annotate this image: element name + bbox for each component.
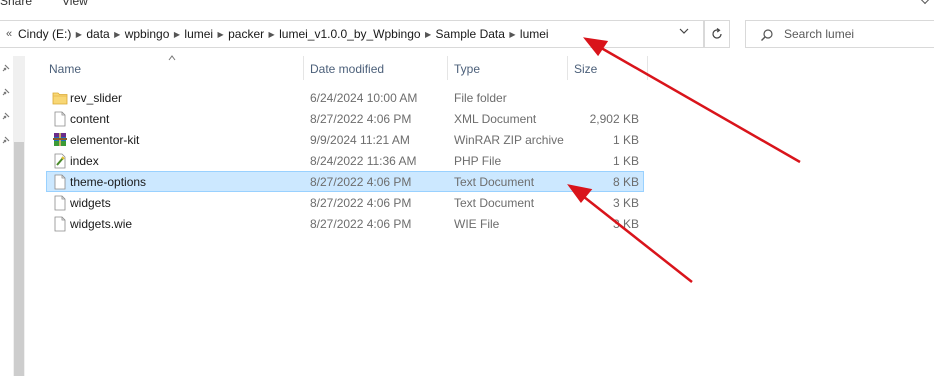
breadcrumb-chevron-icon[interactable]: ▶: [71, 30, 86, 39]
column-header-name[interactable]: Name: [49, 56, 81, 80]
tab-view[interactable]: View: [62, 0, 88, 8]
pin-icon: [2, 64, 10, 72]
ribbon-expand-chevron-icon[interactable]: [917, 0, 933, 5]
breadcrumb-chevron-icon[interactable]: ▶: [421, 30, 436, 39]
column-header-date-modified[interactable]: Date modified: [310, 56, 384, 80]
file-name: content: [70, 112, 110, 126]
file-size: 1 KB: [612, 133, 639, 147]
search-box[interactable]: [745, 20, 934, 48]
breadcrumb-segment[interactable]: lumei: [520, 27, 549, 41]
breadcrumb-overflow-icon[interactable]: «: [0, 28, 18, 40]
file-type: File folder: [454, 91, 507, 105]
file-size: 3 KB: [612, 196, 639, 210]
breadcrumb: «Cindy (E:) ▶ data ▶ wpbingo ▶ lumei ▶ packer ▶ lu…: [0, 21, 549, 47]
file-row[interactable]: widgets 8/27/2022 4:06 PM Text Document 3 K…: [46, 192, 644, 213]
address-history-dropdown-icon[interactable]: [676, 26, 692, 42]
file-date-modified: 8/27/2022 4:06 PM: [310, 175, 412, 189]
pin-icon: [2, 136, 10, 144]
file-date-modified: 8/27/2022 4:06 PM: [310, 196, 412, 210]
breadcrumb-chevron-icon[interactable]: ▶: [110, 30, 125, 39]
column-divider[interactable]: [647, 56, 648, 80]
file-row[interactable]: index 8/24/2022 11:36 AM PHP File 1 KB: [46, 150, 644, 171]
file-name: widgets.wie: [70, 217, 133, 231]
pin-icon: [2, 88, 10, 96]
file-date-modified: 8/24/2022 11:36 AM: [310, 154, 417, 168]
breadcrumb-segment[interactable]: Cindy (E:): [18, 27, 71, 41]
document-icon: [52, 111, 68, 127]
pin-icon: [2, 112, 10, 120]
breadcrumb-chevron-icon[interactable]: ▶: [264, 30, 279, 39]
file-size: 1 KB: [612, 154, 639, 168]
ribbon-tabs: Share View: [0, 0, 934, 8]
breadcrumb-segment[interactable]: wpbingo: [125, 27, 170, 41]
refresh-icon: [712, 28, 722, 39]
file-name: rev_slider: [70, 91, 123, 105]
file-date-modified: 6/24/2024 10:00 AM: [310, 91, 418, 105]
file-date-modified: 8/27/2022 4:06 PM: [310, 217, 412, 231]
file-row[interactable]: content 8/27/2022 4:06 PM XML Document 2,90…: [46, 108, 644, 129]
breadcrumb-segment[interactable]: data: [86, 27, 109, 41]
column-divider[interactable]: [567, 56, 568, 80]
column-headers: Name Date modified Type Size: [42, 55, 648, 80]
breadcrumb-segment[interactable]: Sample Data: [436, 27, 505, 41]
breadcrumb-chevron-icon[interactable]: ▶: [213, 30, 228, 39]
file-type: XML Document: [454, 112, 537, 126]
file-name: index: [70, 154, 99, 168]
file-name: widgets: [70, 196, 111, 210]
file-type: Text Document: [454, 196, 535, 210]
column-divider[interactable]: [447, 56, 448, 80]
file-type: WinRAR ZIP archive: [454, 133, 564, 147]
tab-share[interactable]: Share: [0, 0, 32, 8]
search-input[interactable]: [784, 26, 924, 42]
column-header-size[interactable]: Size: [574, 56, 597, 80]
address-bar[interactable]: «Cindy (E:) ▶ data ▶ wpbingo ▶ lumei ▶ packer ▶ lu…: [0, 20, 704, 48]
breadcrumb-segment[interactable]: lumei: [184, 27, 213, 41]
sort-ascending-icon: [168, 55, 176, 61]
document-icon: [52, 216, 68, 232]
winrar-icon: [52, 132, 68, 148]
file-type: Text Document: [454, 175, 535, 189]
breadcrumb-chevron-icon[interactable]: ▶: [169, 30, 184, 39]
file-size: 8 KB: [612, 175, 639, 189]
nav-pane-scrollbar[interactable]: [13, 56, 25, 376]
refresh-button[interactable]: [704, 20, 730, 48]
document-icon: [52, 174, 68, 190]
file-date-modified: 9/9/2024 11:21 AM: [310, 133, 410, 147]
file-row[interactable]: elementor-kit 9/9/2024 11:21 AM WinRAR ZIP…: [46, 129, 644, 150]
file-size: 3 KB: [612, 217, 639, 231]
breadcrumb-segment[interactable]: lumei_v1.0.0_by_Wpbingo: [279, 27, 420, 41]
file-type: PHP File: [454, 154, 502, 168]
file-row[interactable]: rev_slider 6/24/2024 10:00 AM File folder: [46, 87, 644, 108]
scrollbar-thumb[interactable]: [14, 142, 24, 376]
file-size: 2,902 KB: [589, 112, 639, 126]
column-divider[interactable]: [303, 56, 304, 80]
file-type: WIE File: [454, 217, 500, 231]
search-icon: [760, 28, 774, 45]
php-file-icon: [52, 153, 68, 169]
breadcrumb-segment[interactable]: packer: [228, 27, 264, 41]
document-icon: [52, 195, 68, 211]
file-name: elementor-kit: [70, 133, 140, 147]
file-name: theme-options: [70, 175, 147, 189]
file-row[interactable]: theme-options 8/27/2022 4:06 PM Text Docum…: [46, 171, 644, 192]
breadcrumb-chevron-icon[interactable]: ▶: [505, 30, 520, 39]
column-header-type[interactable]: Type: [454, 56, 480, 80]
file-row[interactable]: widgets.wie 8/27/2022 4:06 PM WIE File 3 KB: [46, 213, 644, 234]
file-date-modified: 8/27/2022 4:06 PM: [310, 112, 412, 126]
folder-icon: [52, 90, 68, 106]
